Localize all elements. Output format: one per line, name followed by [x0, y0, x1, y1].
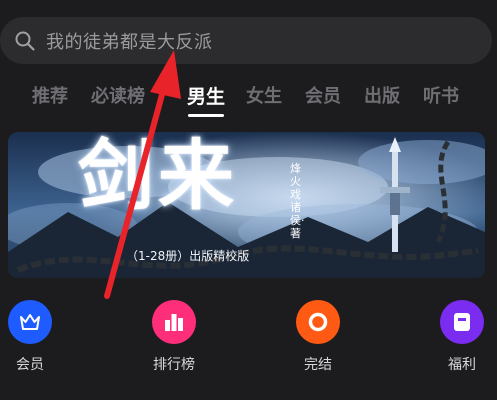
crown-icon: [8, 300, 52, 344]
search-icon: [15, 31, 35, 51]
tab-audio[interactable]: 听书: [423, 82, 459, 108]
quick-ranking[interactable]: 排行榜: [139, 300, 209, 390]
quick-vip-label: 会员: [16, 357, 44, 373]
ring-icon: [296, 300, 340, 344]
tab-recommend[interactable]: 推荐: [32, 82, 68, 108]
tab-male[interactable]: 男生: [187, 82, 225, 109]
quick-ranking-label: 排行榜: [153, 357, 195, 373]
banner-subtitle: （1-28册）出版精校版: [126, 249, 250, 263]
tab-must-read[interactable]: 必读榜: [91, 82, 145, 108]
quick-completed[interactable]: 完结: [283, 300, 353, 390]
search-placeholder: 我的徒弟都是大反派: [46, 31, 213, 53]
banner-author: 烽火戏诸侯·著: [290, 162, 305, 240]
category-tabs: 推荐 必读榜 男生 女生 会员 出版 听书: [0, 78, 497, 118]
tab-female[interactable]: 女生: [246, 82, 282, 108]
bar-chart-icon: [152, 300, 196, 344]
quick-vip[interactable]: 会员: [0, 300, 65, 390]
tab-vip[interactable]: 会员: [305, 82, 341, 108]
promo-banner[interactable]: 剑来 烽火戏诸侯·著 （1-28册）出版精校版: [8, 132, 485, 278]
app-screen: 我的徒弟都是大反派 推荐 必读榜 男生 女生 会员 出版 听书 剑来 烽火戏诸侯…: [0, 0, 497, 400]
active-tab-indicator: [188, 114, 224, 117]
gift-card-icon: [440, 300, 484, 344]
tab-publish[interactable]: 出版: [364, 82, 400, 108]
quick-completed-label: 完结: [304, 357, 332, 373]
quick-welfare-label: 福利: [448, 357, 476, 373]
banner-title: 剑来: [78, 132, 238, 220]
quick-welfare[interactable]: 福利: [427, 300, 497, 390]
search-bar[interactable]: 我的徒弟都是大反派: [0, 17, 492, 64]
